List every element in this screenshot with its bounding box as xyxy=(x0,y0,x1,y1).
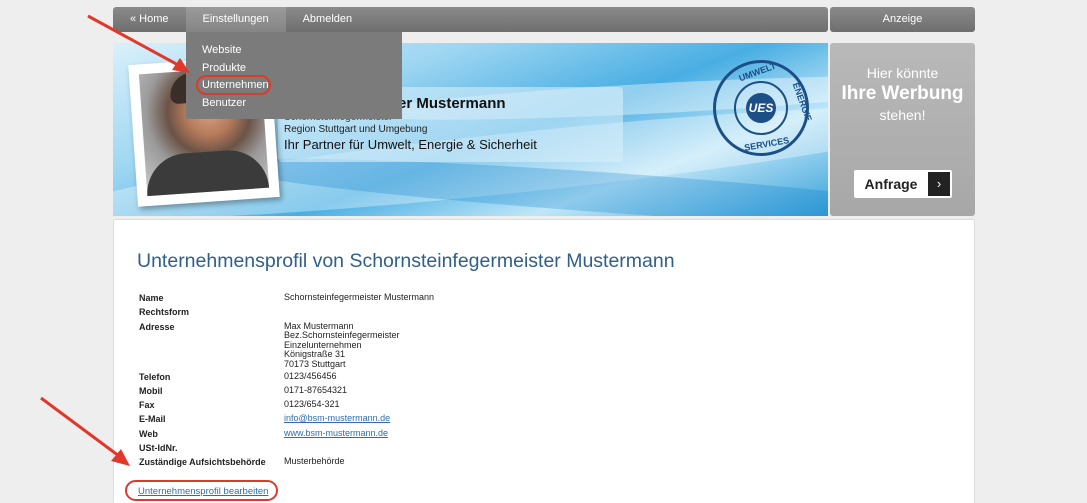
seal-core: UES xyxy=(746,93,776,123)
table-row: Web www.bsm-mustermann.de xyxy=(139,427,434,441)
banner-region: Region Stuttgart und Umgebung xyxy=(284,124,428,135)
anfrage-button-label: Anfrage xyxy=(864,176,918,192)
row-value: 0123/654-321 xyxy=(284,398,340,412)
row-label: Mobil xyxy=(139,385,163,396)
nav-einstellungen[interactable]: Einstellungen xyxy=(185,7,286,32)
table-row: Telefon 0123/456456 xyxy=(139,370,434,384)
table-row: Name Schornsteinfegermeister Mustermann xyxy=(139,291,434,305)
banner-company-name: er Mustermann xyxy=(398,95,506,112)
ad-line1: Hier könnte xyxy=(866,65,939,81)
web-link[interactable]: www.bsm-mustermann.de xyxy=(284,428,388,438)
profile-table: Name Schornsteinfegermeister Mustermann … xyxy=(139,291,434,470)
row-label: USt-IdNr. xyxy=(139,443,178,454)
table-row: Zuständige Aufsichtsbehörde Musterbehörd… xyxy=(139,455,434,469)
row-label: Telefon xyxy=(139,371,171,382)
nav-anzeige[interactable]: Anzeige xyxy=(830,7,975,32)
row-label: Name xyxy=(139,293,164,303)
anfrage-button[interactable]: Anfrage › xyxy=(854,170,952,198)
banner-tagline: Ihr Partner für Umwelt, Energie & Sicher… xyxy=(284,137,537,152)
highlight-edit-link xyxy=(125,480,278,501)
row-label: Zuständige Aufsichtsbehörde xyxy=(139,457,266,468)
annotation-arrow-icon xyxy=(40,396,130,466)
row-value: info@bsm-mustermann.de xyxy=(284,412,390,426)
nav-abmelden[interactable]: Abmelden xyxy=(286,7,370,32)
ad-line3: stehen! xyxy=(879,107,926,123)
seal-inner-ring: UES xyxy=(734,81,788,135)
row-label: Fax xyxy=(139,400,155,411)
value-line: 0171-87654321 xyxy=(284,384,348,395)
value-line: 0123/456456 xyxy=(284,370,337,381)
dropdown-item-benutzer[interactable]: Benutzer xyxy=(186,95,402,113)
row-value: Max Mustermann Bez.Schornsteinfegermeist… xyxy=(284,320,400,370)
annotation-arrow-icon xyxy=(87,14,190,73)
table-row: USt-IdNr. xyxy=(139,441,434,455)
row-value: Schornsteinfegermeister Mustermann xyxy=(284,291,434,305)
email-link[interactable]: info@bsm-mustermann.de xyxy=(284,413,390,424)
page-title: Unternehmensprofil von Schornsteinfegerm… xyxy=(137,250,675,272)
ad-line2: Ihre Werbung xyxy=(841,83,964,104)
row-label: Adresse xyxy=(139,321,175,332)
highlight-unternehmen xyxy=(196,75,271,95)
value-line: Schornsteinfegermeister Mustermann xyxy=(284,292,435,302)
row-label: Web xyxy=(139,428,158,439)
row-value: Musterbehörde xyxy=(284,455,345,469)
seal-bottom-text: SERVICES xyxy=(743,135,790,153)
row-value: www.bsm-mustermann.de xyxy=(284,427,388,441)
table-row: E-Mail info@bsm-mustermann.de xyxy=(139,412,434,426)
table-row: Rechtsform xyxy=(139,305,434,319)
value-line: Musterbehörde xyxy=(284,456,345,467)
seal-top-text: UMWELT xyxy=(737,60,778,84)
value-line: 0123/654-321 xyxy=(284,399,340,410)
table-row: Adresse Max Mustermann Bez.Schornsteinfe… xyxy=(139,320,434,370)
row-value: 0123/456456 xyxy=(284,370,337,384)
dropdown-item-website[interactable]: Website xyxy=(186,42,402,60)
table-row: Mobil 0171-87654321 xyxy=(139,384,434,398)
value-line: 70173 Stuttgart xyxy=(284,358,346,369)
ues-seal-logo: UMWELT ENERGIE SERVICES UES xyxy=(713,60,814,156)
row-label: E-Mail xyxy=(139,414,166,425)
photo-body xyxy=(144,147,270,197)
row-label: Rechtsform xyxy=(139,307,190,318)
ad-box: Hier könnte Ihre Werbung stehen! Anfrage… xyxy=(830,43,975,216)
chevron-right-icon: › xyxy=(928,172,950,196)
row-value: 0171-87654321 xyxy=(284,384,347,398)
table-row: Fax 0123/654-321 xyxy=(139,398,434,412)
top-nav: « Home Einstellungen Abmelden xyxy=(113,7,828,32)
